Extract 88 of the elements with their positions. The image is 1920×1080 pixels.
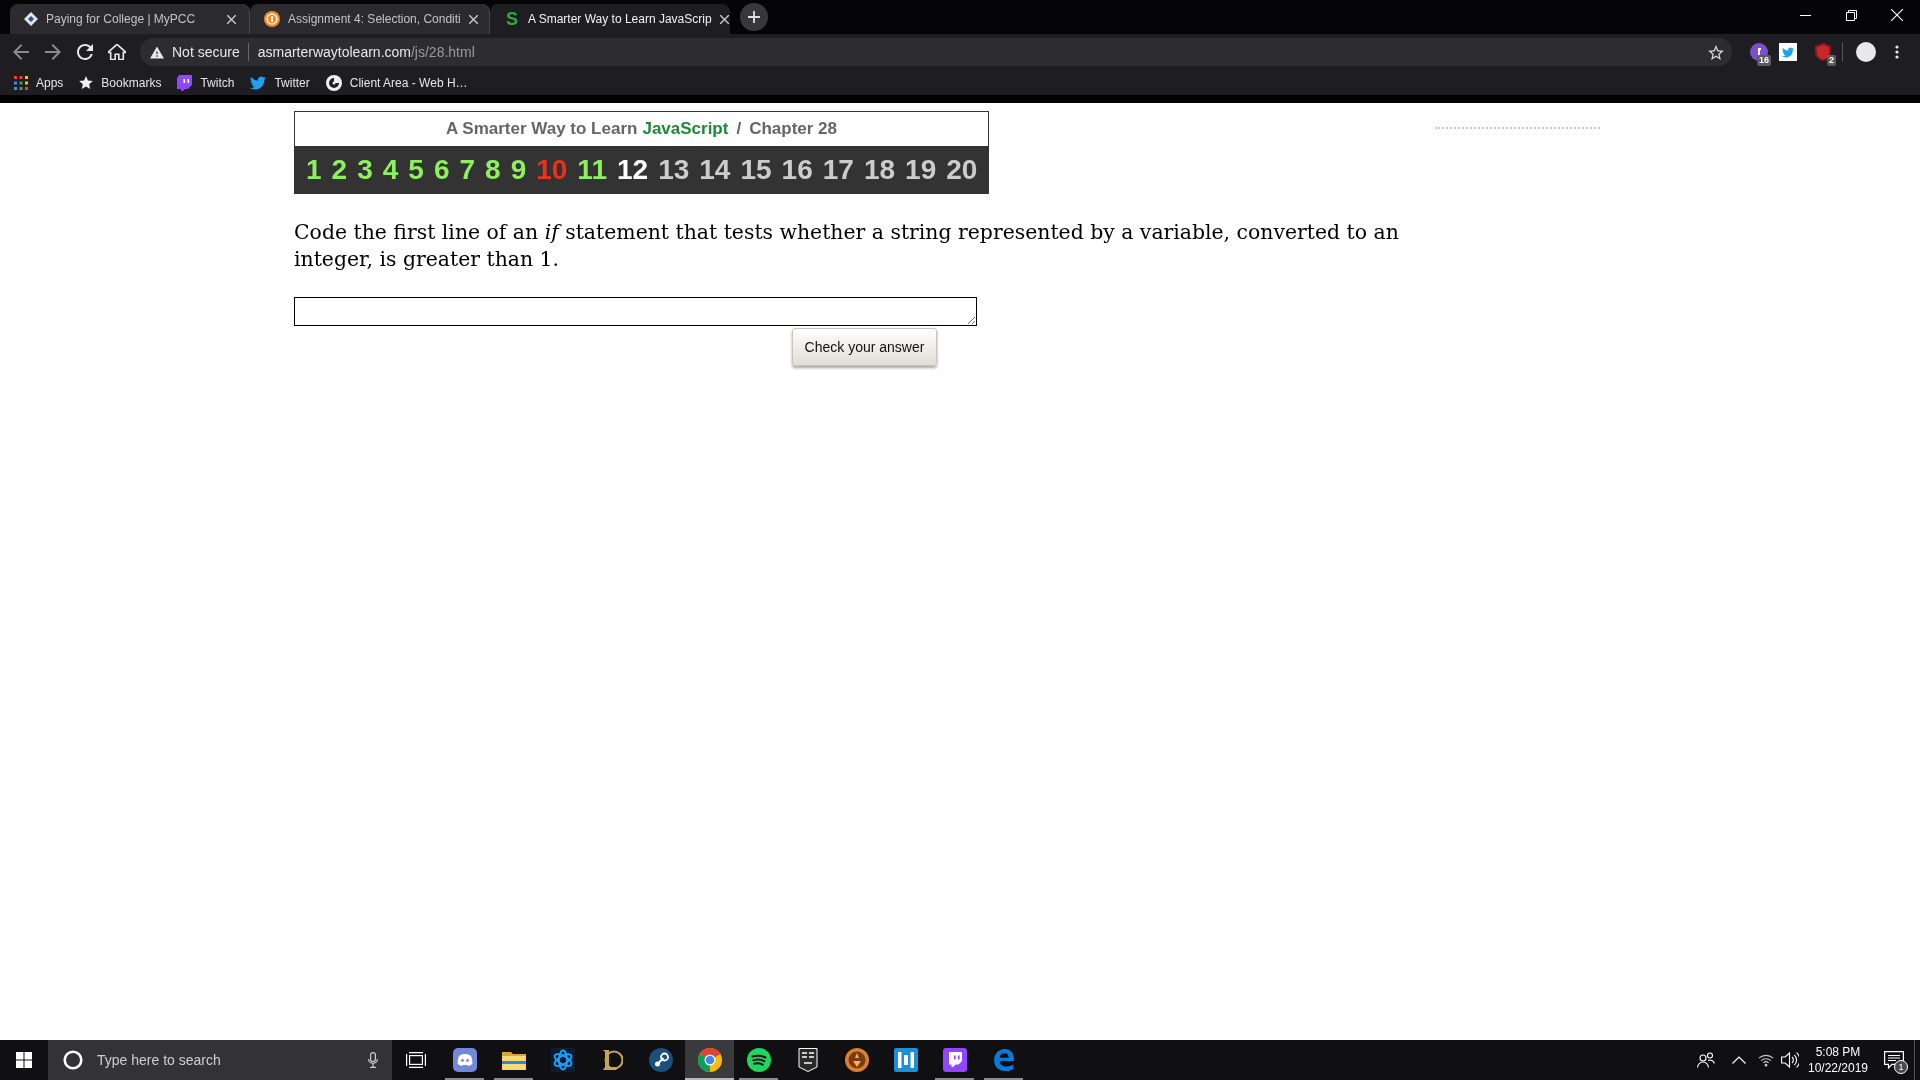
chapter-link[interactable]: 9 (510, 155, 527, 184)
restore-icon[interactable] (1845, 9, 1857, 21)
answer-field[interactable] (294, 297, 977, 326)
grid-icon (14, 75, 28, 90)
bookmark-item[interactable]: Twitter (243, 71, 317, 94)
new-tab-button[interactable] (740, 3, 768, 31)
count-badge: 16 (1757, 55, 1771, 66)
search-box[interactable]: Type here to search (48, 1040, 392, 1080)
emblem-icon (600, 1048, 623, 1072)
chevron-up-icon[interactable] (1732, 1056, 1746, 1064)
question-text: Code the first line of an if statement that tests whether a string represented by a variable, converted to an integer, is greater than 1. (294, 219, 1400, 273)
ring-icon (63, 1050, 83, 1070)
plus-icon (748, 11, 760, 23)
close-icon[interactable] (227, 14, 236, 24)
notification-icon[interactable] (1884, 1051, 1904, 1069)
bird-icon (250, 75, 267, 90)
browser-tab[interactable]: Paying for College | MyPCC (10, 4, 250, 34)
url-text[interactable]: asmarterwaytolearn.com/js/28.html (257, 41, 475, 63)
chapter-link[interactable]: 15 (740, 155, 772, 184)
chapter-link[interactable]: 8 (485, 155, 501, 184)
star-icon (79, 76, 94, 89)
atom-icon (550, 1048, 575, 1072)
chapter-link[interactable]: 14 (699, 155, 731, 184)
count-badge: 2 (1827, 55, 1836, 66)
favicon-letter: S (505, 10, 519, 28)
segmented-circle-icon (697, 1048, 722, 1072)
bookmark-item[interactable]: Bookmarks (72, 71, 169, 94)
reload-icon[interactable] (77, 44, 93, 60)
bookmark-item[interactable]: Twitch (170, 71, 242, 94)
address-bar[interactable]: Not secure asmarterwaytolearn.com/js/28.html (140, 38, 1732, 66)
taskbar-app-button[interactable] (685, 1040, 734, 1080)
forward-arrow-icon[interactable] (45, 44, 61, 60)
bookmark-item[interactable]: Client Area - Web H… (318, 71, 475, 94)
folder-icon (501, 1050, 526, 1070)
bracket-square-icon (893, 1048, 918, 1072)
chapter-link[interactable]: 1 (306, 155, 322, 184)
microphone-icon[interactable] (368, 1052, 378, 1068)
clock-date: 10/22/2019 (1807, 1060, 1869, 1076)
speaker-icon[interactable] (1781, 1052, 1799, 1068)
back-arrow-icon[interactable] (13, 44, 29, 60)
shield-icon[interactable] (1815, 43, 1831, 61)
start-menu-icon[interactable] (16, 1052, 32, 1068)
chapter-link[interactable]: 2 (331, 155, 348, 184)
wifi-icon[interactable] (1758, 1053, 1774, 1067)
diamond-icon (24, 12, 38, 26)
bird-icon[interactable] (1779, 43, 1797, 61)
chapter-link[interactable]: 16 (781, 155, 813, 184)
chapter-link[interactable]: 4 (382, 155, 399, 184)
close-icon[interactable] (719, 14, 729, 24)
avatar-icon[interactable] (1856, 42, 1876, 62)
browser-tab[interactable]: Assignment 4: Selection, Conditi (250, 4, 490, 34)
search-field[interactable]: Type here to search (97, 1048, 354, 1072)
chapter-link[interactable]: 13 (658, 155, 690, 184)
close-icon[interactable] (468, 14, 478, 24)
chapter-link[interactable]: 20 (946, 155, 978, 184)
browser-tab[interactable]: S A Smarter Way to Learn JavaScrip (490, 4, 730, 34)
check-answer-button[interactable]: Check your answer (792, 328, 937, 366)
round-logo-icon (325, 74, 342, 91)
star-icon[interactable] (1708, 44, 1724, 60)
circle-logo-icon (264, 11, 280, 27)
linkage-circle-icon (648, 1048, 673, 1072)
bookmark-item[interactable]: Apps (7, 71, 71, 94)
task-view-icon[interactable] (406, 1052, 426, 1068)
clock-time: 5:08 PM (1815, 1044, 1861, 1060)
home-icon[interactable] (108, 44, 126, 60)
chapter-link[interactable]: 7 (459, 155, 476, 184)
chapter-link[interactable]: 5 (408, 155, 424, 184)
count-badge: 1 (1894, 1060, 1908, 1074)
security-label[interactable]: Not secure (172, 41, 240, 63)
chapter-link[interactable]: 18 (863, 155, 896, 184)
shield-icon (797, 1048, 818, 1072)
medallion-icon (844, 1048, 869, 1072)
wave-circle-icon (746, 1048, 771, 1072)
e-logo-icon (992, 1049, 1015, 1071)
menu-icon[interactable] (1895, 45, 1899, 59)
chapter-link[interactable]: 6 (433, 155, 450, 184)
speech-bubble-icon (177, 74, 193, 91)
chapter-link[interactable]: 17 (822, 155, 854, 184)
warning-icon (150, 45, 164, 59)
speech-bubble-icon (942, 1048, 967, 1072)
minimize-icon[interactable] (1799, 14, 1811, 16)
controller-face-icon (452, 1048, 477, 1072)
chapter-link[interactable]: 11 (577, 155, 607, 184)
people-icon[interactable] (1697, 1052, 1715, 1068)
clock[interactable]: 5:08 PM 10/22/2019 (1802, 1040, 1874, 1080)
chapter-link[interactable]: 3 (357, 155, 373, 184)
chapter-link[interactable]: 19 (905, 155, 937, 184)
chapter-link[interactable]: 12 (616, 155, 649, 184)
